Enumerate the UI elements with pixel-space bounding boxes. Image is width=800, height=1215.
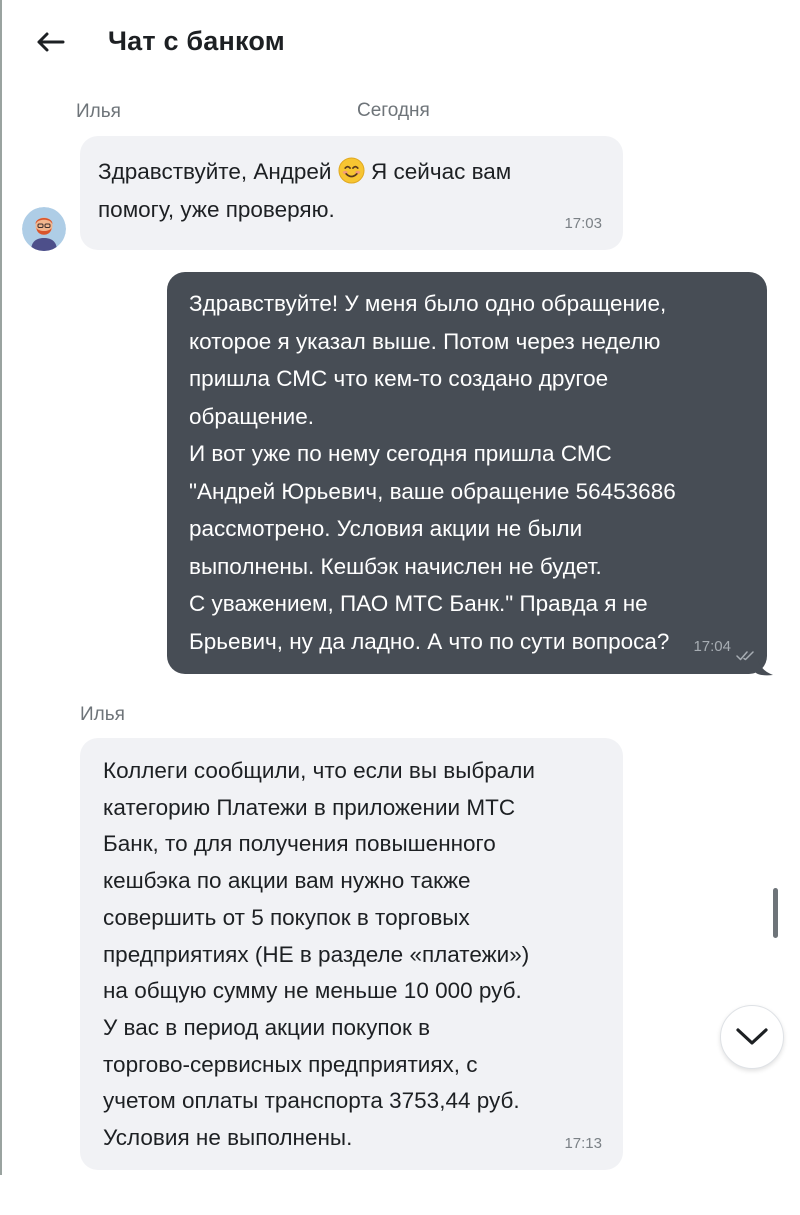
message-text: Здравствуйте, Андрей Я сейчас вам помогу… xyxy=(98,157,512,222)
scrollbar[interactable] xyxy=(773,888,778,938)
message-time: 17:13 xyxy=(564,1134,602,1152)
avatar[interactable] xyxy=(22,207,66,251)
scroll-down-button[interactable] xyxy=(720,1005,784,1069)
incoming-message-bubble[interactable]: Коллеги сообщили, что если вы выбрали ка… xyxy=(80,738,623,1170)
outgoing-message-bubble[interactable]: Здравствуйте! У меня было одно обращение… xyxy=(167,272,767,674)
page-title: Чат с банком xyxy=(108,26,285,56)
date-separator: Сегодня xyxy=(357,100,430,121)
smiling-face-emoji-icon xyxy=(338,157,365,184)
back-button[interactable] xyxy=(30,22,70,62)
chat-header: Чат с банком xyxy=(0,0,800,88)
message-time: 17:04 xyxy=(693,637,731,655)
message-time: 17:03 xyxy=(564,214,602,232)
sender-name: Илья xyxy=(76,101,121,122)
chevron-down-icon xyxy=(736,1028,768,1045)
double-check-icon xyxy=(736,651,754,661)
incoming-message-bubble[interactable]: Здравствуйте, Андрей Я сейчас вам помогу… xyxy=(80,136,623,250)
sender-name: Илья xyxy=(80,704,125,725)
message-text: Здравствуйте! У меня было одно обращение… xyxy=(189,291,676,654)
left-edge-divider xyxy=(0,0,2,1175)
arrow-left-icon xyxy=(37,32,65,52)
message-text: Коллеги сообщили, что если вы выбрали ка… xyxy=(103,758,535,1151)
bubble-tail xyxy=(756,660,773,676)
